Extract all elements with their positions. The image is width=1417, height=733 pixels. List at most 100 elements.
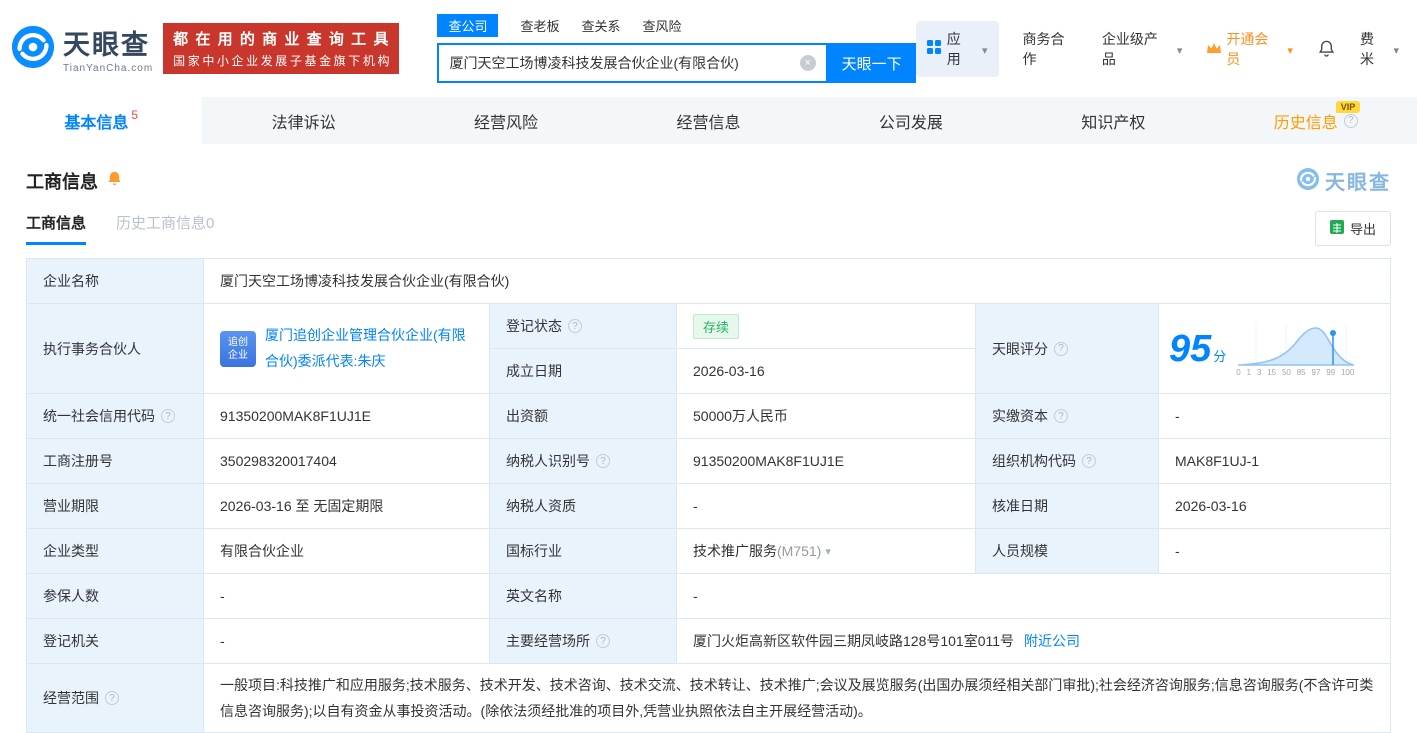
registration-status-label: 登记状态 [490, 304, 677, 349]
business-scope-text: 经营范围 [43, 690, 99, 706]
banner-line1: 都在用的商业查询工具 [173, 31, 390, 48]
vip-badge: VIP [1335, 101, 1361, 113]
search-tab-relation[interactable]: 查关系 [581, 14, 620, 37]
tab-basic-info[interactable]: 基本信息 5 [0, 97, 203, 144]
username: 费米 [1359, 30, 1374, 67]
score-number: 95 [1169, 327, 1212, 370]
chevron-down-icon[interactable] [825, 545, 831, 558]
watermark-text: 天眼查 [1325, 172, 1391, 194]
tab-legal-litigation[interactable]: 法律诉讼 [202, 97, 404, 144]
tab-basic-info-label: 基本信息 [64, 114, 129, 132]
help-icon[interactable] [596, 454, 610, 468]
tianyan-score-text: 天眼评分 [992, 340, 1048, 357]
search-tab-risk[interactable]: 查风险 [643, 14, 682, 37]
business-scope-value: 一般项目:科技推广和应用服务;技术服务、技术开发、技术咨询、技术交流、技术转让、… [204, 664, 1391, 733]
executive-partner-link[interactable]: 厦门追创企业管理合伙企业(有限合伙)委派代表:朱庆 [265, 323, 473, 373]
top-menu: 应用 商务合作 企业级产品 开通会员 费米 [915, 20, 1399, 77]
logo-icon [10, 24, 56, 73]
score-curve-chart: 0 1 3 15 50 85 97 99 100 [1236, 321, 1356, 377]
search-tab-boss[interactable]: 查老板 [520, 14, 559, 37]
promo-banner: 都在用的商业查询工具 国家中小企业发展子基金旗下机构 [163, 23, 400, 74]
section-title: 工商信息 [26, 171, 98, 192]
executive-partner-label: 执行事务合伙人 [27, 304, 204, 394]
paid-capital-label: 实缴资本 [976, 394, 1159, 439]
subscribe-bell-icon[interactable] [106, 170, 123, 192]
menu-open-vip[interactable]: 开通会员 [1206, 29, 1293, 69]
help-icon[interactable] [1082, 454, 1096, 468]
table-row: 经营范围 一般项目:科技推广和应用服务;技术服务、技术开发、技术咨询、技术交流、… [27, 664, 1391, 733]
export-button[interactable]: 导出 [1314, 211, 1391, 246]
established-date-value: 2026-03-16 [677, 349, 976, 394]
apps-menu-button[interactable]: 应用 [915, 20, 999, 77]
taxpayer-id-label: 纳税人识别号 [490, 439, 677, 484]
notification-bell-icon[interactable] [1317, 39, 1336, 58]
export-label: 导出 [1349, 222, 1376, 237]
tianyan-score-label: 天眼评分 [976, 304, 1159, 394]
help-icon[interactable] [1343, 113, 1358, 128]
search-box [437, 43, 828, 83]
tab-operation-risk[interactable]: 经营风险 [405, 97, 607, 144]
english-name-value: - [677, 574, 1391, 619]
tab-company-development[interactable]: 公司发展 [810, 97, 1012, 144]
menu-cooperation[interactable]: 商务合作 [1023, 29, 1078, 69]
tab-business-info-label: 经营信息 [676, 114, 741, 132]
chevron-down-icon [1285, 41, 1293, 57]
enterprise-label: 企业级产品 [1101, 30, 1158, 67]
established-date-label: 成立日期 [490, 349, 677, 394]
help-icon[interactable] [161, 409, 175, 423]
insured-count-label: 参保人数 [27, 574, 204, 619]
address-text: 厦门火炬高新区软件园三期凤岐路128号101室011号 [693, 633, 1015, 649]
approval-date-value: 2026-03-16 [1159, 484, 1391, 529]
company-name-label: 企业名称 [27, 259, 204, 304]
search-input[interactable] [449, 55, 800, 71]
approval-date-label: 核准日期 [976, 484, 1159, 529]
business-scope-label: 经营范围 [27, 664, 204, 733]
tab-business-info[interactable]: 经营信息 [607, 97, 809, 144]
help-icon[interactable] [568, 319, 582, 333]
section-header: 工商信息 天眼查 [0, 144, 1417, 195]
clear-search-icon[interactable] [799, 55, 816, 71]
business-address-value: 厦门火炬高新区软件园三期凤岐路128号101室011号 附近公司 [677, 619, 1391, 664]
business-address-label: 主要经营场所 [490, 619, 677, 664]
taxpayer-qualification-value: - [677, 484, 976, 529]
help-icon[interactable] [1054, 341, 1068, 356]
help-icon[interactable] [105, 691, 119, 705]
search-area: 查公司 查老板 查关系 查风险 天眼一下 [437, 14, 916, 83]
apps-grid-icon [926, 40, 941, 57]
taxpayer-qualification-label: 纳税人资质 [490, 484, 677, 529]
business-info-table: 企业名称 厦门天空工场博凌科技发展合伙企业(有限合伙) 执行事务合伙人 追创 企… [26, 258, 1391, 733]
taxpayer-id-text: 纳税人识别号 [506, 453, 590, 469]
table-row: 企业名称 厦门天空工场博凌科技发展合伙企业(有限合伙) [27, 259, 1391, 304]
industry-text: 技术推广服务 [693, 543, 777, 559]
tianyancha-logo[interactable]: 天眼查 TianYanCha.com [10, 23, 153, 74]
registration-number-label: 工商注册号 [27, 439, 204, 484]
search-tab-company[interactable]: 查公司 [437, 14, 499, 37]
tab-intellectual-property[interactable]: 知识产权 [1012, 97, 1214, 144]
help-icon[interactable] [1054, 409, 1068, 423]
capital-label: 出资额 [490, 394, 677, 439]
org-code-text: 组织机构代码 [992, 453, 1076, 469]
menu-enterprise-products[interactable]: 企业级产品 [1102, 29, 1183, 69]
subtab-history-business-info[interactable]: 历史工商信息0 [116, 212, 214, 245]
spreadsheet-icon [1329, 220, 1344, 237]
user-menu[interactable]: 费米 [1360, 29, 1399, 69]
english-name-label: 英文名称 [490, 574, 677, 619]
industry-label: 国标行业 [490, 529, 677, 574]
tab-history-info[interactable]: VIP 历史信息 [1215, 97, 1417, 144]
table-row: 执行事务合伙人 追创 企业 厦门追创企业管理合伙企业(有限合伙)委派代表:朱庆 … [27, 304, 1391, 394]
search-tabs: 查公司 查老板 查关系 查风险 [437, 14, 915, 37]
logo-cn-text: 天眼查 [63, 30, 150, 60]
company-nav-tabs: 基本信息 5 法律诉讼 经营风险 经营信息 公司发展 知识产权 VIP 历史信息 [0, 97, 1417, 144]
company-type-value: 有限合伙企业 [204, 529, 490, 574]
help-icon[interactable] [596, 634, 610, 648]
business-term-value: 2026-03-16 至 无固定期限 [204, 484, 490, 529]
staff-size-value: - [1159, 529, 1391, 574]
subtab-business-info[interactable]: 工商信息 [26, 212, 87, 245]
chevron-down-icon [1391, 41, 1399, 57]
executive-partner-value: 追创 企业 厦门追创企业管理合伙企业(有限合伙)委派代表:朱庆 [204, 304, 490, 394]
search-button[interactable]: 天眼一下 [827, 43, 916, 83]
table-row: 营业期限 2026-03-16 至 无固定期限 纳税人资质 - 核准日期 202… [27, 484, 1391, 529]
status-badge: 存续 [693, 313, 740, 339]
nearby-companies-link[interactable]: 附近公司 [1024, 631, 1080, 651]
tab-intellectual-property-label: 知识产权 [1081, 114, 1146, 132]
